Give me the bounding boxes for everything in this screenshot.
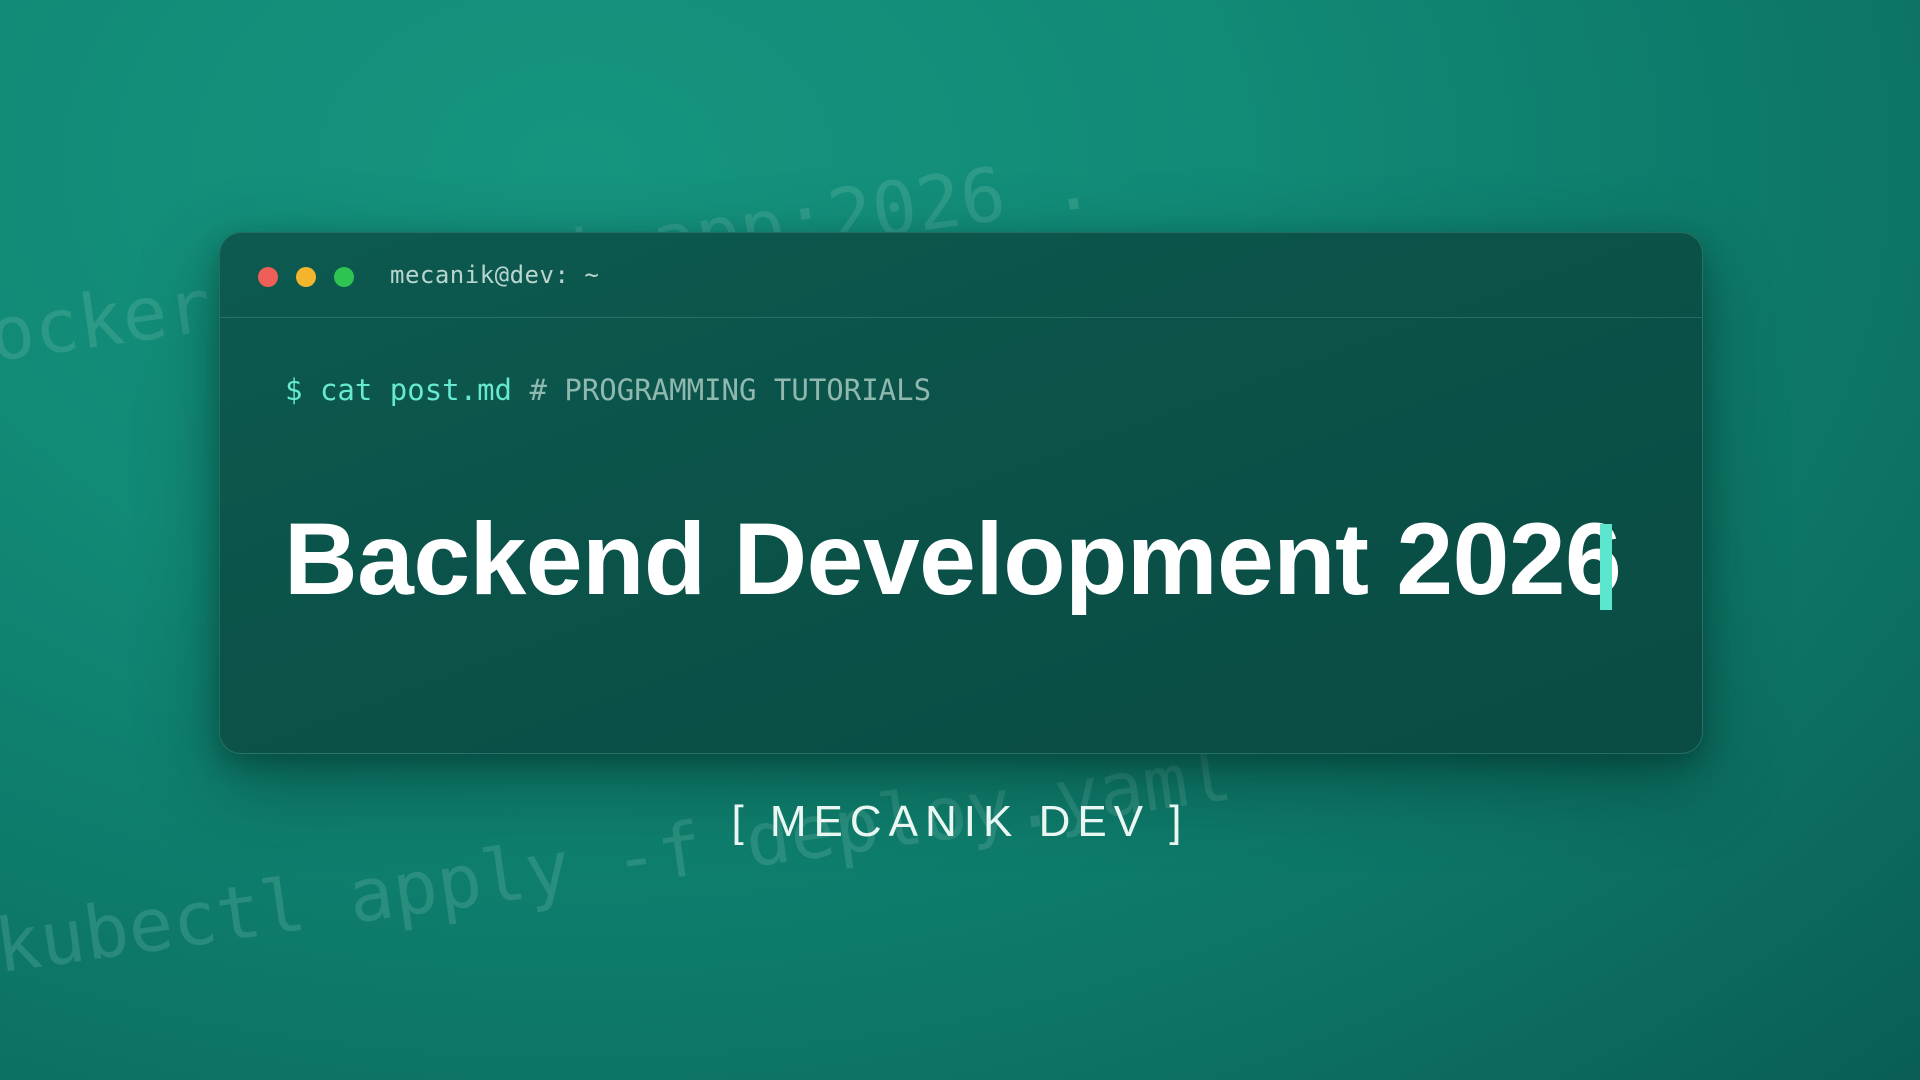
page-title: Backend Development 2026 — [284, 502, 1622, 616]
prompt-command: cat post.md — [319, 373, 512, 407]
terminal-titlebar: mecanik@dev: ~ — [220, 233, 1702, 318]
prompt-line: $ cat post.md # PROGRAMMING TUTORIALS — [285, 373, 931, 407]
background-command-bottom: kubectl apply -f deploy.yaml — [0, 731, 1238, 991]
text-cursor-icon — [1600, 524, 1612, 610]
maximize-window-dot-icon[interactable] — [334, 267, 354, 287]
terminal-title: mecanik@dev: ~ — [390, 261, 600, 289]
prompt-symbol: $ — [285, 373, 303, 407]
close-window-dot-icon[interactable] — [258, 267, 278, 287]
prompt-comment: # PROGRAMMING TUTORIALS — [529, 373, 932, 407]
minimize-window-dot-icon[interactable] — [296, 267, 316, 287]
brand-label: [ MECANIK DEV ] — [731, 797, 1189, 846]
terminal-window: mecanik@dev: ~ $ cat post.md # PROGRAMMI… — [219, 232, 1703, 754]
